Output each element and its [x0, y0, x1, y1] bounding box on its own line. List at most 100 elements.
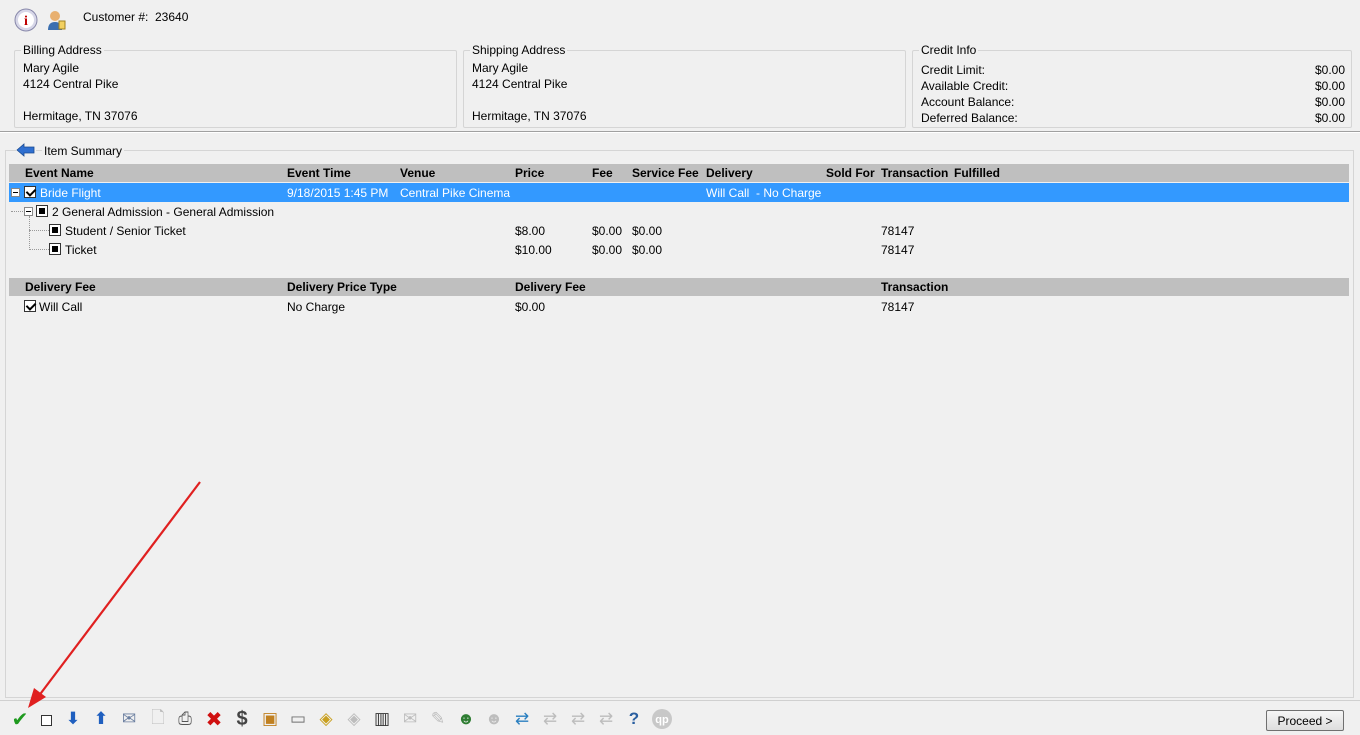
ticket-void-icon[interactable]: ◈ — [343, 708, 365, 730]
account-balance-label: Account Balance: — [921, 95, 1015, 109]
header-divider — [0, 131, 1360, 133]
envelope-open-icon[interactable]: ✉ — [399, 708, 421, 730]
event-checkbox[interactable] — [24, 186, 36, 198]
credit-info-group: Credit Info Credit Limit: $0.00 Availabl… — [912, 43, 1352, 128]
ticket-name: Student / Senior Ticket — [65, 224, 186, 238]
ticket-fee: $0.00 — [592, 224, 623, 238]
user-icon[interactable] — [44, 8, 68, 32]
ticket-transfer-icon[interactable]: ⇄ — [539, 708, 561, 730]
collapse-event-toggle[interactable] — [11, 188, 20, 197]
shipping-name: Mary Agile — [472, 61, 529, 75]
delivery-fee: $0.00 — [515, 300, 546, 314]
event-row[interactable]: Bride Flight 9/18/2015 1:45 PM Central P… — [9, 183, 1349, 202]
col-sold-for[interactable]: Sold For — [826, 166, 875, 180]
credit-info-legend: Credit Info — [919, 43, 979, 57]
scroll-icon[interactable]: ✎ — [427, 708, 449, 730]
barcode-icon[interactable]: ▥ — [371, 708, 393, 730]
move-up-remove-icon[interactable]: ⬆ — [90, 708, 112, 730]
ticket-reprint-icon[interactable]: ⇄ — [595, 708, 617, 730]
deferred-balance-label: Deferred Balance: — [921, 111, 1018, 125]
user-group-disabled-icon[interactable]: ☻ — [483, 708, 505, 730]
collapse-group-toggle[interactable] — [24, 207, 33, 216]
ticket-transaction: 78147 — [881, 224, 915, 238]
col-venue[interactable]: Venue — [400, 166, 435, 180]
item-summary-legend: Item Summary — [42, 144, 125, 158]
col-delivery-price-type[interactable]: Delivery Price Type — [287, 280, 397, 294]
tree-connector — [29, 249, 49, 250]
group-label: 2 General Admission - General Admission — [52, 205, 275, 219]
delivery-row[interactable]: Will Call No Charge $0.00 78147 — [9, 297, 1349, 316]
col-event-time[interactable]: Event Time — [287, 166, 351, 180]
group-checkbox[interactable] — [36, 205, 48, 217]
ticket-service-fee: $0.00 — [632, 243, 663, 257]
user-group-icon[interactable]: ☻ — [455, 708, 477, 730]
select-checkbox[interactable] — [41, 715, 52, 726]
card-icon[interactable]: ▭ — [287, 708, 309, 730]
ticket-name: Ticket — [65, 243, 97, 257]
document-info-icon[interactable]: 🗋 — [147, 708, 169, 730]
col-event-name[interactable]: Event Name — [25, 166, 94, 180]
event-delivery: Will Call - No Charge — [706, 186, 822, 200]
shipping-city: Hermitage, TN 37076 — [472, 109, 587, 123]
svg-text:qp: qp — [655, 714, 669, 726]
proceed-button[interactable]: Proceed > — [1266, 710, 1344, 731]
ticket-fee: $0.00 — [592, 243, 623, 257]
billing-address-legend: Billing Address — [21, 43, 104, 57]
credit-limit-value: $0.00 — [1314, 63, 1345, 77]
customer-number-value: 23640 — [155, 10, 189, 24]
toolbar-divider — [0, 700, 1360, 701]
ticket-transaction: 78147 — [881, 243, 915, 257]
billing-name: Mary Agile — [23, 61, 80, 75]
available-credit-label: Available Credit: — [921, 79, 1009, 93]
col-service-fee[interactable]: Service Fee — [632, 166, 699, 180]
credit-limit-label: Credit Limit: — [921, 63, 986, 77]
col-delivery-transaction[interactable]: Transaction — [881, 280, 948, 294]
col-delivery-fee-amount[interactable]: Delivery Fee — [515, 280, 586, 294]
ticket-icon[interactable]: ◈ — [315, 708, 337, 730]
billing-address-group: Billing Address Mary Agile 4124 Central … — [14, 43, 457, 128]
item-table-header: Event Name Event Time Venue Price Fee Se… — [9, 164, 1349, 182]
ticket-return-icon[interactable]: ⇄ — [567, 708, 589, 730]
svg-text:i: i — [24, 14, 28, 29]
col-fulfilled[interactable]: Fulfilled — [954, 166, 1000, 180]
delivery-transaction: 78147 — [881, 300, 915, 314]
event-venue: Central Pike Cinema — [400, 186, 511, 200]
delivery-price-type: No Charge — [287, 300, 346, 314]
info-icon[interactable]: i — [14, 8, 38, 32]
ticket-price: $8.00 — [515, 224, 546, 238]
qp-logo-icon[interactable]: qp — [651, 708, 673, 730]
col-price[interactable]: Price — [515, 166, 544, 180]
col-fee[interactable]: Fee — [592, 166, 613, 180]
shipping-address-legend: Shipping Address — [470, 43, 568, 57]
back-arrow-icon[interactable] — [16, 142, 36, 158]
ticket-stack-icon[interactable]: ▣ — [259, 708, 281, 730]
move-down-add-icon[interactable]: ⬇ — [62, 708, 84, 730]
event-time: 9/18/2015 1:45 PM — [287, 186, 389, 200]
shipping-address-group: Shipping Address Mary Agile 4124 Central… — [463, 43, 906, 128]
email-info-icon[interactable]: ✉ — [118, 708, 140, 730]
available-credit-value: $0.00 — [1314, 79, 1345, 93]
check-all-icon[interactable]: ✔ — [9, 708, 31, 731]
ticket-exchange-icon[interactable]: ⇄ — [511, 708, 533, 730]
admission-group-row[interactable]: 2 General Admission - General Admission — [9, 202, 1349, 221]
deferred-balance-value: $0.00 — [1314, 111, 1345, 125]
col-transaction[interactable]: Transaction — [881, 166, 948, 180]
ticket-row[interactable]: Ticket $10.00 $0.00 $0.00 78147 — [9, 240, 1349, 259]
help-user-icon[interactable]: ? — [623, 708, 645, 730]
ticket-checkbox[interactable] — [49, 243, 61, 255]
delivery-table-header: Delivery Fee Delivery Price Type Deliver… — [9, 278, 1349, 296]
customer-number-label: Customer #: — [83, 10, 149, 24]
payment-icon[interactable]: $ — [231, 708, 253, 730]
shipping-street: 4124 Central Pike — [472, 77, 568, 91]
tree-connector — [11, 211, 25, 212]
printer-icon[interactable]: ⎙ — [174, 708, 196, 730]
delete-icon[interactable]: ✖ — [203, 708, 225, 731]
event-name: Bride Flight — [40, 186, 101, 200]
col-delivery[interactable]: Delivery — [706, 166, 753, 180]
ticket-row[interactable]: Student / Senior Ticket $8.00 $0.00 $0.0… — [9, 221, 1349, 240]
ticket-price: $10.00 — [515, 243, 552, 257]
delivery-checkbox[interactable] — [24, 300, 36, 312]
tree-connector — [29, 230, 49, 231]
col-delivery-fee-name[interactable]: Delivery Fee — [25, 280, 96, 294]
ticket-checkbox[interactable] — [49, 224, 61, 236]
